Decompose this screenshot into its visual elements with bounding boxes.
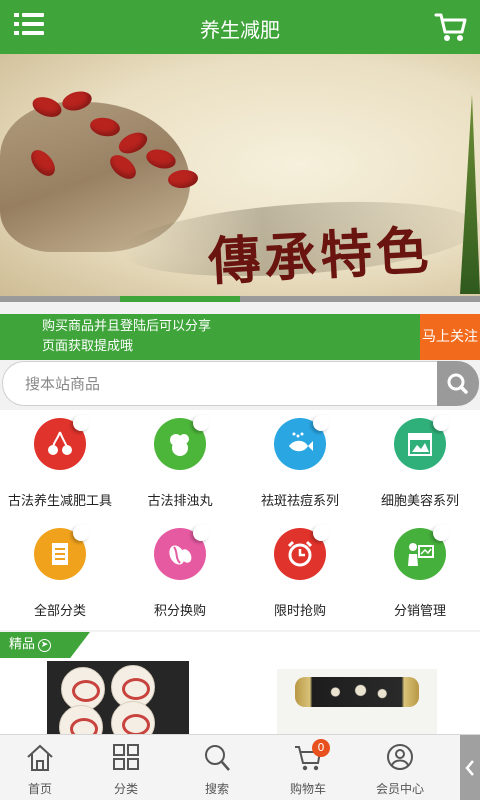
list-icon [34, 525, 89, 580]
boutique-label: 精品 [9, 637, 36, 652]
category-label: 古法养生减肥工具 [7, 494, 112, 509]
nav-cart[interactable]: 0 购物车 [268, 735, 348, 800]
nav-label: 搜索 [204, 782, 229, 796]
arrow-right-icon: ➤ [38, 639, 52, 652]
category-label: 全部分类 [33, 604, 86, 619]
search-input[interactable] [2, 361, 438, 406]
bottom-navigation: 首页 分类 搜索 0 购物车 会员中心 [0, 734, 480, 800]
grid-icon [113, 744, 139, 770]
collapse-toggle[interactable] [460, 735, 480, 800]
category-label: 积分换购 [153, 604, 206, 619]
banner-calligraphy: 傳承特色 [206, 220, 434, 293]
carousel-indicator-active [120, 296, 240, 302]
category-item[interactable]: 限时抢购 [240, 520, 360, 630]
category-label: 限时抢购 [273, 604, 326, 619]
cart-icon[interactable] [434, 10, 468, 44]
category-grid: 古法养生减肥工具 古法排浊丸 祛斑祛痘系列 细胞美容系列 全部分类 积分换购 限… [0, 410, 480, 630]
herb-icon [154, 415, 209, 470]
home-icon [27, 744, 53, 771]
boutique-tag[interactable]: 精品 ➤ [0, 632, 90, 658]
page-title: 养生减肥 [200, 18, 280, 42]
cart-count-badge: 0 [312, 739, 330, 757]
category-item[interactable]: 古法排浊丸 [120, 410, 240, 520]
promo-text: 购买商品并且登陆后可以分享 页面获取提成哦 [42, 317, 211, 357]
app-header: 养生减肥 [0, 0, 480, 54]
product-image[interactable] [277, 669, 437, 736]
carousel-indicator [0, 296, 480, 302]
nav-label: 会员中心 [375, 782, 424, 796]
share-promo-bar: 购买商品并且登陆后可以分享 页面获取提成哦 马上关注 [0, 314, 480, 360]
category-item[interactable]: 细胞美容系列 [360, 410, 480, 520]
banner-carousel[interactable]: 傳承特色 [0, 54, 480, 300]
search-button[interactable] [437, 361, 479, 406]
category-label: 祛斑祛痘系列 [260, 494, 339, 509]
nav-category[interactable]: 分类 [86, 735, 166, 800]
user-icon [387, 744, 413, 770]
follow-button[interactable]: 马上关注 [420, 314, 480, 360]
nav-label: 首页 [27, 782, 52, 796]
category-label: 分销管理 [393, 604, 446, 619]
nav-home[interactable]: 首页 [0, 735, 80, 800]
search-icon [447, 373, 468, 394]
promo-line-2: 页面获取提成哦 [42, 339, 134, 354]
category-item[interactable]: 分销管理 [360, 520, 480, 630]
search-icon [205, 745, 230, 771]
coffee-bean-icon [154, 525, 209, 580]
product-image[interactable] [47, 661, 189, 736]
nav-label: 分类 [113, 782, 138, 796]
category-label: 古法排浊丸 [147, 494, 213, 509]
nav-label: 购物车 [289, 782, 326, 796]
category-item[interactable]: 古法养生减肥工具 [0, 410, 120, 520]
cherry-icon [34, 415, 89, 470]
alarm-clock-icon [274, 525, 329, 580]
chevron-left-icon [465, 760, 474, 776]
shop-icon [394, 415, 449, 470]
category-item[interactable]: 积分换购 [120, 520, 240, 630]
boutique-section: 精品 ➤ [0, 632, 480, 736]
fish-icon [274, 415, 329, 470]
promo-line-1: 购买商品并且登陆后可以分享 [42, 319, 212, 334]
nav-search[interactable]: 搜索 [177, 735, 257, 800]
nav-member-center[interactable]: 会员中心 [360, 735, 440, 800]
category-item[interactable]: 全部分类 [0, 520, 120, 630]
category-item[interactable]: 祛斑祛痘系列 [240, 410, 360, 520]
presenter-icon [394, 525, 449, 580]
search-bar [0, 360, 480, 408]
category-label: 细胞美容系列 [380, 494, 459, 509]
